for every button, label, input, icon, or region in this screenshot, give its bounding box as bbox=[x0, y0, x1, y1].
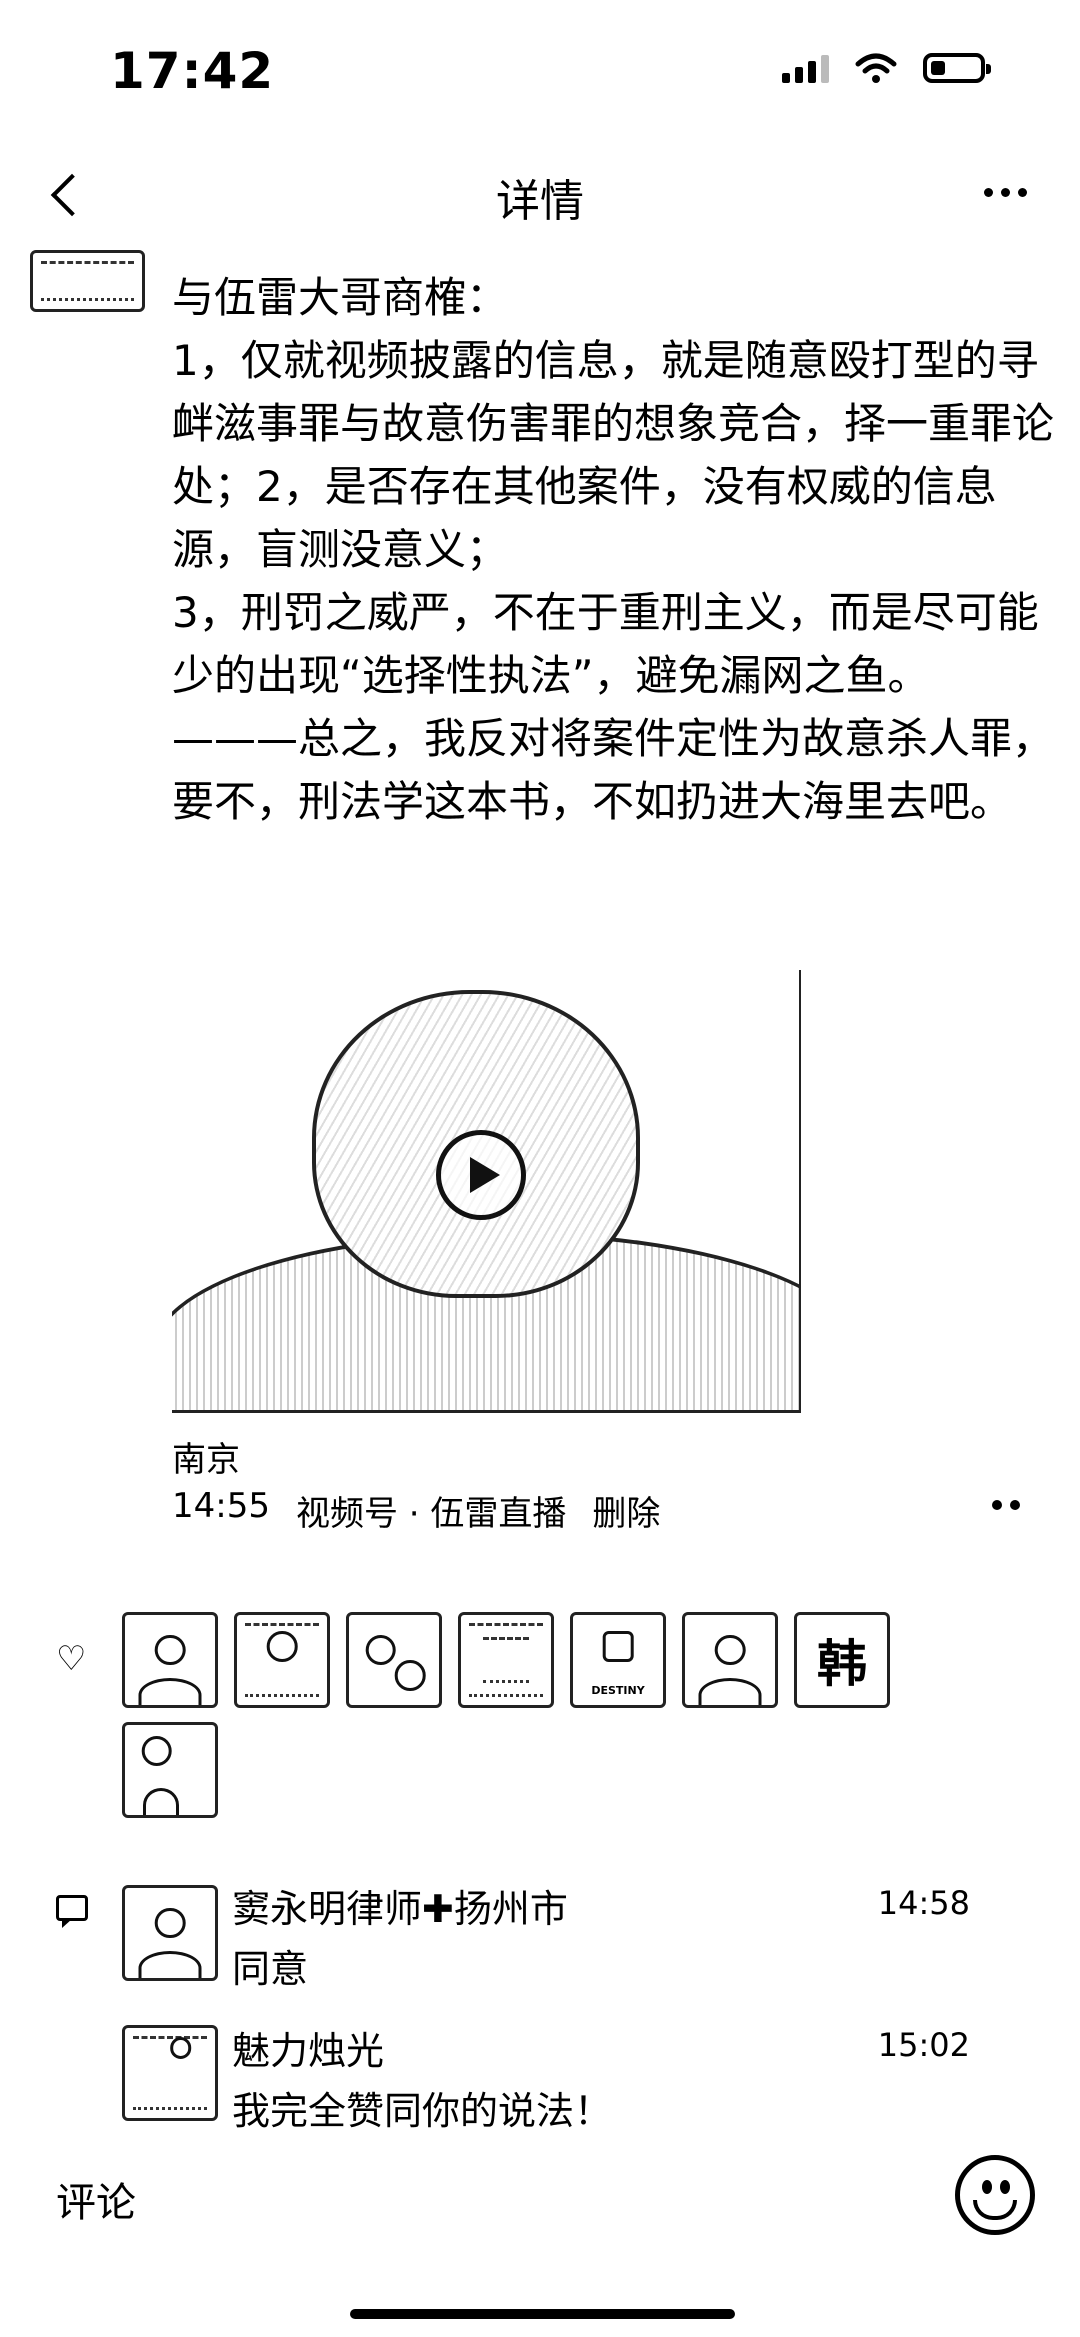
wifi-icon bbox=[855, 53, 897, 83]
delete-button[interactable]: 删除 bbox=[592, 1486, 660, 1535]
play-button[interactable] bbox=[436, 1130, 526, 1220]
like-avatar[interactable] bbox=[122, 1612, 218, 1708]
comment-time: 15:02 bbox=[877, 2026, 970, 2064]
play-icon bbox=[470, 1157, 500, 1193]
like-avatar[interactable] bbox=[346, 1612, 442, 1708]
heart-icon: ♡ bbox=[56, 1639, 87, 1679]
like-avatar[interactable] bbox=[682, 1612, 778, 1708]
post-time: 14:55 bbox=[172, 1486, 270, 1526]
author-avatar[interactable] bbox=[30, 250, 145, 312]
battery-icon bbox=[923, 53, 991, 83]
post-location[interactable]: 南京 bbox=[172, 1432, 240, 1481]
destiny-badge: DESTINY bbox=[591, 1684, 645, 1697]
comment-text[interactable]: 同意 bbox=[232, 1938, 308, 1993]
emoji-button[interactable] bbox=[955, 2155, 1035, 2235]
comment-time: 14:58 bbox=[877, 1884, 970, 1922]
home-indicator[interactable] bbox=[350, 2309, 735, 2319]
post-text: 与伍雷大哥商榷： 1，仅就视频披露的信息，就是随意殴打型的寻衅滋事罪与故意伤害罪… bbox=[172, 273, 1055, 826]
like-avatar[interactable] bbox=[122, 1722, 218, 1818]
post-source-link[interactable]: 视频号 · 伍雷直播 bbox=[296, 1486, 566, 1535]
commenter-name[interactable]: 魅力烛光 bbox=[232, 2020, 384, 2075]
comment-icon bbox=[56, 1895, 88, 1928]
status-time: 17:42 bbox=[110, 42, 275, 100]
like-avatar[interactable]: DESTINY bbox=[570, 1612, 666, 1708]
post-meta: 14:55 视频号 · 伍雷直播 删除 bbox=[172, 1486, 660, 1535]
like-avatar[interactable]: 韩 bbox=[794, 1612, 890, 1708]
page-title: 详情 bbox=[496, 176, 584, 227]
commenter-avatar[interactable] bbox=[122, 1885, 218, 1981]
comment-input[interactable]: 评论 bbox=[56, 2170, 136, 2228]
more-options-button[interactable] bbox=[970, 172, 1040, 212]
like-avatar[interactable] bbox=[234, 1612, 330, 1708]
commenter-name[interactable]: 窦永明律师✚扬州市 bbox=[232, 1878, 568, 1933]
status-icons bbox=[782, 52, 991, 84]
comment-text[interactable]: 我完全赞同你的说法！ bbox=[232, 2080, 612, 2135]
signal-icon bbox=[782, 53, 829, 83]
like-avatar[interactable] bbox=[458, 1612, 554, 1708]
post-actions-button[interactable] bbox=[992, 1500, 1020, 1510]
commenter-avatar[interactable] bbox=[122, 2025, 218, 2121]
